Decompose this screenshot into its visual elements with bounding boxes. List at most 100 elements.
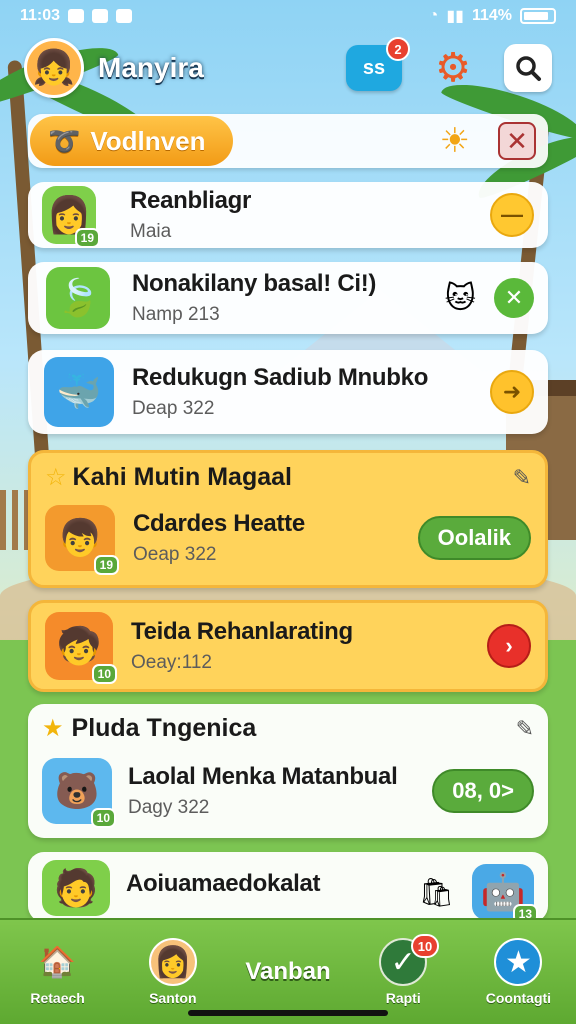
close-icon[interactable]: ✕ [498,122,536,160]
boy-character-icon: 👦 [57,517,103,558]
more-button[interactable]: — [490,193,534,237]
arrow-right-icon: ➜ [502,379,522,404]
item-subtitle: Oeay:112 [131,652,212,673]
notification-icon [68,9,85,23]
girl-face-icon: 👧 [32,49,76,87]
arrow-button[interactable]: ➜ [490,370,534,414]
item-title: Redukugn Sadiub Mnubko [132,364,429,391]
action-button[interactable]: Oolalik [417,516,531,560]
item-subtitle: Namp 213 [132,304,220,325]
status-bar: 11:03 ◔ ▮▮ 114% [0,0,576,32]
bear-character-icon: 🐻 [54,770,100,811]
item-title: Laolal Menka Matanbual [128,763,398,790]
item-subtitle: Oeap 322 [133,544,217,565]
search-icon [516,56,541,81]
category-pill[interactable]: ➰ Vodlnven [30,116,234,166]
nav-label: Retaech [30,990,85,1006]
nav-item-contacts[interactable]: ★ Coontagti [461,920,576,1024]
list-item[interactable]: 🧑 Aoiuamaedokalat 🛍 🤖 13 [28,852,548,924]
wifi-icon: ◔ [428,7,439,24]
battery-icon [520,8,556,24]
chat-button-label: ss [362,56,386,79]
nav-label: Santon [149,990,197,1006]
cart-icon[interactable]: 🛍 [418,876,454,909]
item-title: Cdardes Heatte [133,510,305,537]
list-item[interactable]: 🧒 10 Teida Rehanlarating Oeay:112 › [28,600,548,692]
nav-item-profile[interactable]: 👩 Santon [115,920,230,1024]
search-button[interactable] [504,44,552,92]
settings-button[interactable]: ⚙ [430,45,476,91]
item-title: Reanbliagr [130,187,252,214]
profile-avatar-icon: 👩 [148,938,197,986]
item-subtitle: Maia [130,221,172,242]
list-item[interactable]: 🐻 10 Laolal Menka Matanbual Dagy 322 08,… [42,758,548,828]
arrow-button[interactable]: › [487,624,531,668]
shield-check-icon: ✓ 10 [379,934,440,986]
item-thumbnail: 🐻 10 [42,758,116,828]
status-time: 11:03 [20,7,61,24]
item-thumbnail: 🍃 [46,267,110,329]
leaf-icon: 🍃 [55,277,101,318]
nav-badge: 10 [410,934,440,958]
pin-icon[interactable]: ✎ [516,716,534,742]
chat-badge: 2 [386,37,410,61]
item-thumbnail: 👦 19 [45,505,119,575]
user-avatar[interactable]: 👧 [24,38,84,98]
item-title: Aoiuamaedokalat [126,870,321,897]
item-thumbnail: 👩 19 [42,186,100,248]
list-item[interactable]: 👦 19 Cdardes Heatte Oeap 322 Oolalik [45,505,545,575]
list-item[interactable]: 🐳 Redukugn Sadiub Mnubko Deap 322 ➜ [28,350,548,434]
nav-item-center[interactable]: Vanban [230,920,345,1024]
item-thumbnail: 🧑 [42,860,110,916]
gear-icon: ⚙ [435,46,471,90]
nav-item-shield[interactable]: ✓ 10 Rapti [346,920,461,1024]
dash-icon: — [501,202,523,227]
home-indicator[interactable] [188,1010,388,1016]
level-badge: 10 [91,664,117,684]
bottom-navigation: 🏠 Retaech 👩 Santon Vanban ✓ 10 Rapti ★ C… [0,918,576,1024]
username: Manyira [98,52,204,83]
remove-button[interactable]: ✕ [494,278,534,318]
section-card: ☆ Kahi Mutin Magaal ✎ 👦 19 Cdardes Heatt… [28,450,548,588]
item-thumbnail: 🐳 [44,357,114,427]
level-badge: 19 [74,228,100,248]
section-card: ★ Pluda Tngenica ✎ 🐻 10 Laolal Menka Mat… [28,704,548,838]
item-thumbnail: 🧒 10 [45,612,117,684]
level-badge: 19 [93,555,119,575]
boy-character-icon: 🧒 [56,625,102,666]
section-title: Kahi Mutin Magaal [72,463,292,491]
boy-character-icon: 🧑 [53,867,99,908]
house-icon: 🏠 [38,945,77,979]
item-thumbnail: 🤖 13 [472,864,538,924]
app-header: 👧 Manyira ss 2 ⚙ [24,36,552,100]
category-banner: ➰ Vodlnven ☀ ✕ [28,114,548,168]
signal-icon: ▮▮ [446,8,464,25]
level-badge: 10 [90,808,116,828]
action-button[interactable]: 08, 0> [432,769,534,813]
list-item[interactable]: 🍃 Nonakilany basal! Ci!) Namp 213 🐱 ✕ [28,262,548,334]
cross-icon: ✕ [504,285,524,310]
nav-label: Rapti [385,990,421,1006]
ghost-character-icon: 🐳 [56,371,102,412]
nav-label: Coontagti [485,990,552,1006]
battery-percent: 114% [471,7,512,24]
nav-item-home[interactable]: 🏠 Retaech [0,920,115,1024]
chat-button[interactable]: ss 2 [346,37,410,91]
cat-face-icon[interactable]: 🐱 [445,281,476,316]
chevron-right-icon: › [505,633,513,658]
item-title: Teida Rehanlarating [131,618,353,645]
star-badge-icon: ★ [494,938,543,986]
star-icon: ★ [42,715,64,742]
section-title: Pluda Tngenica [71,714,257,742]
nav-center-label: Vanban [245,958,331,985]
category-pill-label: Vodlnven [90,125,206,156]
notification-icon [116,9,133,23]
swirl-icon: ➰ [48,125,81,156]
list-item[interactable]: 👩 19 Reanbliagr Maia — [28,182,548,248]
item-subtitle: Dagy 322 [128,797,210,818]
star-icon: ☆ [45,464,67,491]
item-subtitle: Deap 322 [132,398,215,419]
sun-gear-icon[interactable]: ☀ [440,121,470,161]
pin-icon[interactable]: ✎ [513,465,531,491]
item-title: Nonakilany basal! Ci!) [132,270,377,297]
